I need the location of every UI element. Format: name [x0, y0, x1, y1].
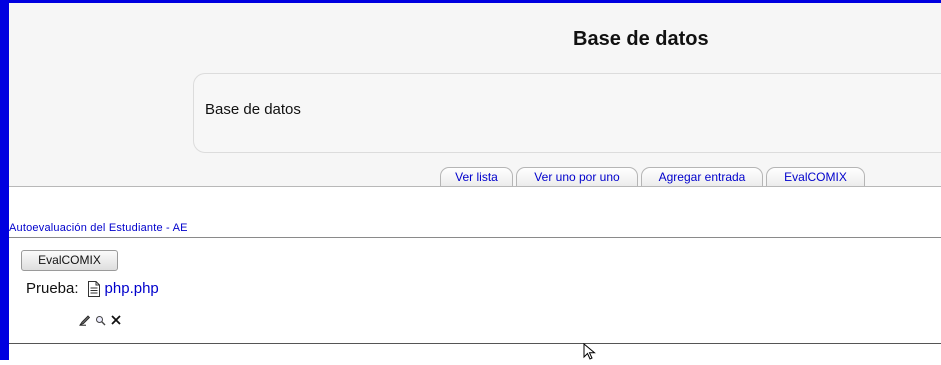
file-link[interactable]: php.php [105, 280, 159, 297]
content-area [9, 187, 941, 360]
field-row: Prueba: php.php [26, 280, 159, 297]
search-icon[interactable] [95, 313, 106, 331]
section-divider [9, 237, 941, 238]
edit-icon[interactable] [78, 313, 91, 331]
page-title: Base de datos [573, 28, 709, 50]
entry-actions [78, 313, 126, 331]
evalcomix-button[interactable]: EvalCOMIX [21, 250, 118, 271]
tab-agregar-entrada[interactable]: Agregar entrada [641, 167, 763, 186]
tab-evalcomix[interactable]: EvalCOMIX [766, 167, 865, 186]
intro-box: Base de datos [193, 73, 941, 153]
field-label: Prueba: [26, 280, 79, 297]
delete-icon[interactable] [110, 313, 122, 331]
tab-ver-uno-por-uno[interactable]: Ver uno por uno [516, 167, 638, 186]
document-icon [87, 280, 101, 297]
tab-ver-lista[interactable]: Ver lista [440, 167, 513, 186]
mouse-cursor-icon [583, 342, 597, 360]
bottom-divider [9, 343, 941, 344]
section-link[interactable]: Autoevaluación del Estudiante - AE [9, 222, 188, 234]
intro-text: Base de datos [205, 101, 301, 118]
